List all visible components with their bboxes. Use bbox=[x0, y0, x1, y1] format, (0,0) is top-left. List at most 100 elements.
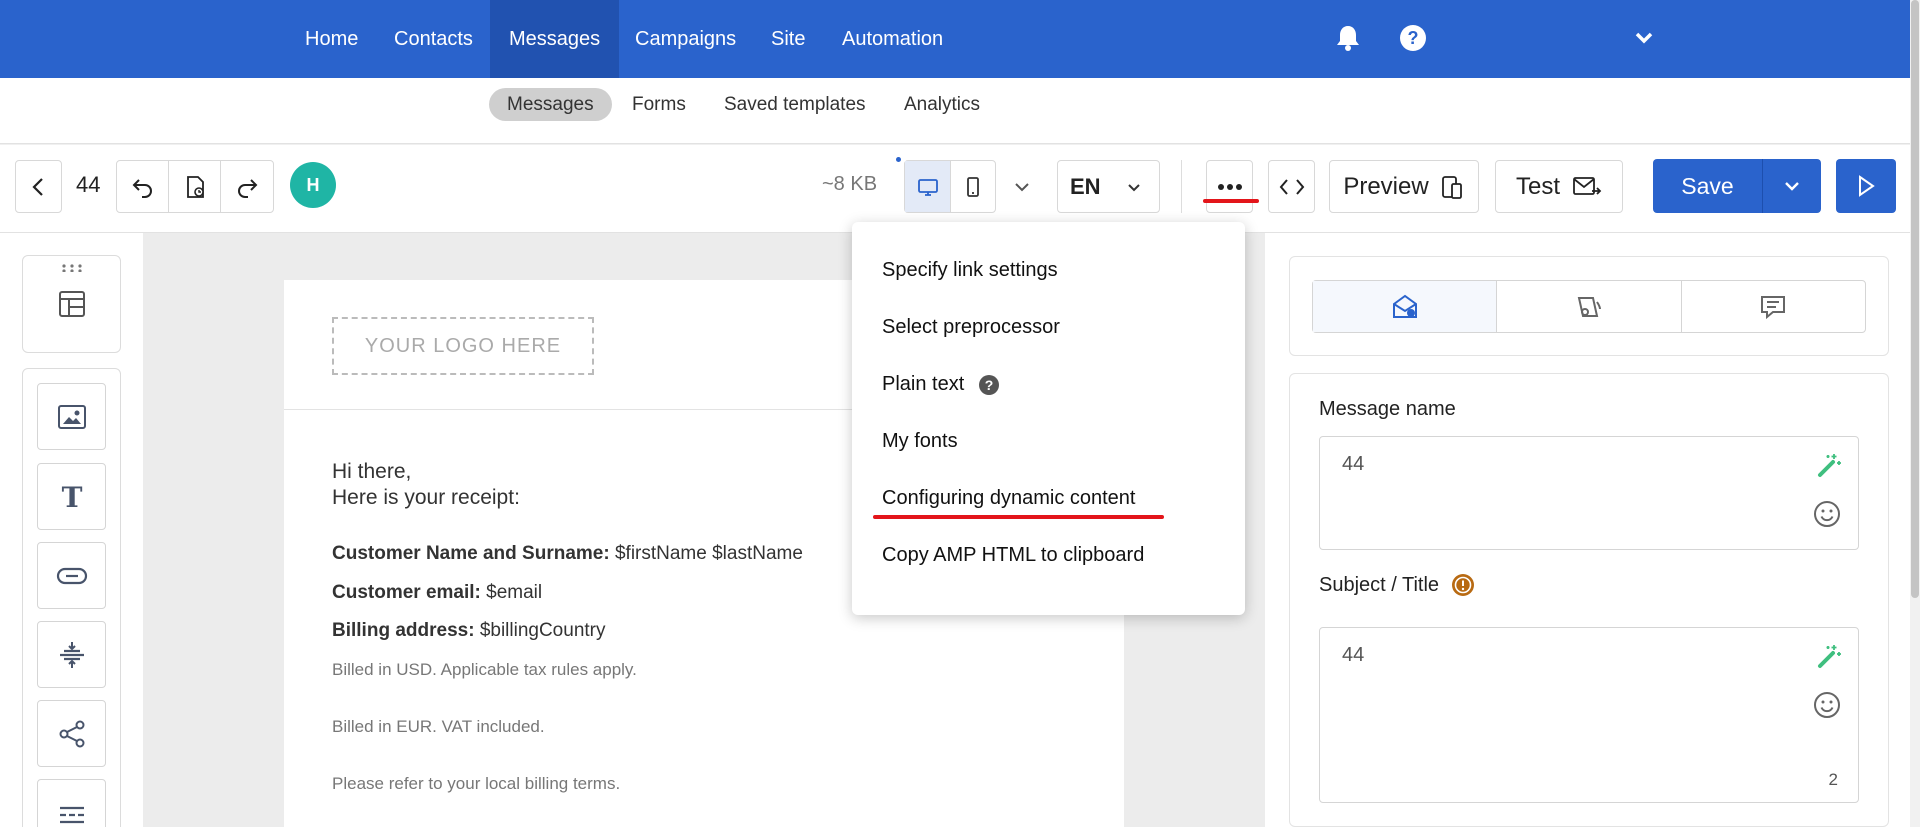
subject-value: 44 bbox=[1342, 644, 1365, 666]
tab-message-settings[interactable] bbox=[1313, 281, 1498, 332]
chevron-down-icon[interactable] bbox=[1628, 22, 1660, 54]
test-button[interactable]: Test bbox=[1495, 160, 1623, 213]
save-options-button[interactable] bbox=[1763, 159, 1821, 213]
warning-icon[interactable] bbox=[1451, 573, 1475, 597]
avatar[interactable]: H bbox=[290, 162, 336, 208]
preview-label: Preview bbox=[1343, 172, 1429, 200]
help-icon[interactable]: ? bbox=[1397, 22, 1429, 54]
customer-email-value: $email bbox=[486, 582, 543, 603]
message-size: ~8 KB bbox=[822, 173, 878, 195]
chevron-down-icon bbox=[1128, 183, 1140, 191]
undo-button[interactable] bbox=[117, 161, 170, 212]
logo-placeholder[interactable]: YOUR LOGO HERE bbox=[332, 317, 594, 375]
subject-label: Subject / Title bbox=[1319, 573, 1440, 596]
mail-send-icon bbox=[1573, 176, 1602, 195]
save-button[interactable]: Save bbox=[1653, 159, 1763, 213]
desktop-icon bbox=[917, 178, 938, 196]
save-button-group: Save bbox=[1653, 159, 1821, 213]
help-icon[interactable]: ? bbox=[978, 374, 1000, 396]
mobile-view-button[interactable] bbox=[951, 161, 995, 212]
billing-address-label: Billing address: bbox=[332, 620, 475, 641]
magic-wand-icon[interactable] bbox=[1814, 451, 1842, 479]
menu-item-my-fonts[interactable]: My fonts bbox=[882, 430, 958, 453]
annotation-underline-more bbox=[1203, 199, 1259, 203]
image-icon bbox=[57, 404, 86, 429]
social-block-button[interactable] bbox=[37, 700, 106, 767]
toolbar-divider bbox=[1181, 160, 1182, 213]
more-options-button[interactable] bbox=[1206, 160, 1253, 213]
emoji-icon[interactable] bbox=[1812, 499, 1842, 529]
comment-icon bbox=[1761, 295, 1786, 319]
text-icon: T bbox=[61, 482, 82, 512]
emoji-icon[interactable] bbox=[1812, 690, 1842, 720]
code-view-button[interactable] bbox=[1268, 160, 1315, 213]
preview-button[interactable]: Preview bbox=[1329, 160, 1479, 213]
devices-icon bbox=[1441, 175, 1462, 199]
tab-style-settings[interactable] bbox=[1497, 281, 1682, 332]
structures-panel[interactable] bbox=[22, 255, 121, 353]
text-block-button[interactable]: T bbox=[37, 463, 106, 530]
menu-item-dynamic-content[interactable]: Configuring dynamic content bbox=[882, 487, 1135, 510]
spacer-block-button[interactable] bbox=[37, 621, 106, 688]
device-toggle bbox=[904, 160, 996, 213]
language-select[interactable]: EN bbox=[1057, 160, 1160, 213]
desktop-view-button[interactable] bbox=[905, 161, 951, 212]
billing-note-local: Please refer to your local billing terms… bbox=[332, 774, 621, 793]
device-dropdown-button[interactable] bbox=[1002, 160, 1042, 213]
magic-wand-icon[interactable] bbox=[1814, 642, 1842, 670]
billing-address-row: Billing address: $billingCountry bbox=[332, 620, 606, 642]
undo-icon bbox=[132, 178, 152, 198]
nav-item-contacts[interactable]: Contacts bbox=[375, 0, 492, 78]
layout-icon bbox=[59, 291, 85, 317]
version-history-button[interactable] bbox=[169, 161, 221, 212]
mobile-icon bbox=[967, 176, 979, 197]
nav-item-site[interactable]: Site bbox=[752, 0, 824, 78]
nav-item-campaigns[interactable]: Campaigns bbox=[616, 0, 755, 78]
redo-icon bbox=[237, 178, 258, 198]
menu-item-link-settings[interactable]: Specify link settings bbox=[882, 259, 1058, 282]
billing-address-value: $billingCountry bbox=[479, 620, 606, 641]
button-icon bbox=[56, 567, 87, 584]
paint-bucket-icon bbox=[1577, 296, 1601, 317]
annotation-underline-dynamic-content bbox=[873, 515, 1164, 519]
menu-item-copy-amp-html[interactable]: Copy AMP HTML to clipboard bbox=[882, 544, 1144, 567]
chevron-down-icon bbox=[1785, 182, 1799, 191]
subject-field[interactable]: 44 2 bbox=[1319, 627, 1859, 803]
redo-button[interactable] bbox=[221, 161, 273, 212]
nav-item-automation[interactable]: Automation bbox=[823, 0, 962, 78]
customer-name-value: $firstName $lastName bbox=[614, 543, 803, 564]
back-button[interactable] bbox=[15, 160, 62, 213]
message-name-label: Message name bbox=[1319, 398, 1456, 420]
nav-item-home[interactable]: Home bbox=[286, 0, 377, 78]
drag-handle-icon[interactable] bbox=[60, 264, 84, 272]
sub-navigation: Messages Forms Saved templates Analytics bbox=[0, 78, 1910, 144]
nav-item-messages[interactable]: Messages bbox=[490, 0, 620, 78]
message-name-field[interactable]: 44 bbox=[1319, 436, 1859, 550]
subject-label-row: Subject / Title bbox=[1319, 573, 1475, 597]
tab-comments[interactable] bbox=[1682, 281, 1865, 332]
divider-block-button[interactable] bbox=[37, 779, 106, 827]
svg-text:?: ? bbox=[985, 377, 994, 393]
spacer-icon bbox=[59, 641, 84, 668]
tab-analytics[interactable]: Analytics bbox=[886, 88, 998, 121]
button-block-button[interactable] bbox=[37, 542, 106, 609]
mail-settings-icon bbox=[1392, 294, 1417, 318]
share-icon bbox=[59, 720, 84, 747]
page-scrollbar[interactable] bbox=[1910, 0, 1920, 827]
menu-item-plain-text[interactable]: Plain text ? bbox=[882, 373, 1000, 396]
customer-email-row: Customer email: $email bbox=[332, 582, 542, 604]
tab-saved-templates[interactable]: Saved templates bbox=[706, 88, 884, 121]
bell-icon[interactable] bbox=[1332, 22, 1364, 54]
send-button[interactable] bbox=[1836, 159, 1896, 213]
customer-name-row: Customer Name and Surname: $firstName $l… bbox=[332, 543, 803, 565]
more-dots-icon bbox=[1217, 183, 1242, 190]
settings-tabbar bbox=[1312, 280, 1866, 333]
scrollbar-thumb[interactable] bbox=[1911, 0, 1919, 598]
tab-forms[interactable]: Forms bbox=[614, 88, 704, 121]
tab-messages[interactable]: Messages bbox=[489, 88, 612, 121]
top-navigation: Home Contacts Messages Campaigns Site Au… bbox=[0, 0, 1910, 78]
menu-item-preprocessor[interactable]: Select preprocessor bbox=[882, 316, 1060, 339]
svg-text:?: ? bbox=[1408, 28, 1419, 48]
image-block-button[interactable] bbox=[37, 383, 106, 450]
document-history-icon bbox=[186, 175, 204, 198]
